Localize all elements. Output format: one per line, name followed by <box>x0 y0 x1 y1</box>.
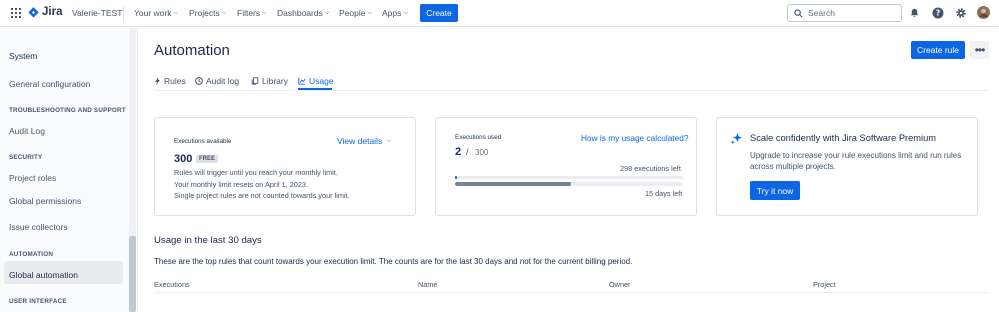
search-input[interactable]: Search <box>787 4 902 22</box>
create-button[interactable]: Create <box>420 4 458 22</box>
usage-progress-track <box>455 176 683 179</box>
search-placeholder: Search <box>808 8 835 18</box>
sidebar-item-issue-collectors[interactable]: Issue collectors <box>9 222 68 232</box>
usage-progress-fill <box>455 176 458 179</box>
chevron-down-icon: ⌵ <box>324 9 330 16</box>
sidebar-item-general-configuration[interactable]: General configuration <box>9 79 90 89</box>
avatar[interactable] <box>977 6 990 19</box>
sidebar-section-automation: AUTOMATION <box>9 251 54 258</box>
executions-available-card <box>154 117 416 216</box>
nav-apps[interactable]: Apps ⌵ <box>382 8 408 18</box>
time-progress-fill <box>455 182 572 186</box>
create-rule-button[interactable]: Create rule <box>911 41 965 59</box>
tab-rules[interactable]: Rules <box>154 76 186 86</box>
days-left-text: 15 days left <box>645 189 683 198</box>
executions-separator: / <box>466 147 469 157</box>
chevron-down-icon: ⌵ <box>386 137 391 144</box>
try-it-now-button[interactable]: Try it now <box>750 181 800 200</box>
sidebar-scrollbar-thumb[interactable] <box>129 236 136 312</box>
copy-icon <box>251 77 259 85</box>
sidebar-section-troubleshooting: TROUBLESHOOTING AND SUPPORT <box>9 107 126 114</box>
tab-usage[interactable]: Usage <box>298 76 334 86</box>
tab-label: Library <box>262 76 288 86</box>
premium-title: Scale confidently with Jira Software Pre… <box>750 133 937 143</box>
view-details-label: View details <box>337 136 383 146</box>
sidebar-section-user-interface: USER INTERFACE <box>9 298 67 305</box>
chevron-down-icon: ⌵ <box>403 9 408 16</box>
nav-people[interactable]: People ⌵ <box>339 8 372 18</box>
tab-label: Audit log <box>206 76 240 86</box>
tab-audit-log[interactable]: Audit log <box>195 76 239 86</box>
sidebar-item-project-roles[interactable]: Project roles <box>9 173 56 183</box>
sidebar-item-global-automation[interactable]: Global automation <box>9 270 78 280</box>
tab-label: Usage <box>309 76 334 86</box>
column-header-project[interactable]: Project <box>813 280 836 289</box>
limit-info-line-1: Rules will trigger until you reach your … <box>174 168 338 177</box>
executions-available-amount: 300 <box>174 153 193 165</box>
usage-section-description: These are the top rules that count towar… <box>154 257 633 266</box>
more-actions-button[interactable]: ••• <box>970 41 989 59</box>
bolt-icon <box>155 77 160 85</box>
usage-calculation-link[interactable]: How is my usage calculated? <box>581 133 688 143</box>
chart-icon <box>298 77 306 85</box>
sidebar-item-global-permissions[interactable]: Global permissions <box>9 196 81 206</box>
nav-label: Projects <box>189 8 220 18</box>
clock-icon <box>195 77 203 85</box>
top-navigation: Jira Valerie-TEST Your work ⌵ Projects ⌵ F… <box>0 0 999 27</box>
premium-body-line-1: Upgrade to increase your rule executions… <box>750 151 962 160</box>
sidebar-section-security: SECURITY <box>9 154 43 161</box>
jira-logo[interactable]: Jira <box>28 6 62 18</box>
nav-label: Apps <box>382 8 402 18</box>
chevron-down-icon: ⌵ <box>262 9 267 16</box>
svg-text:?: ? <box>935 8 940 17</box>
nav-divider <box>123 6 124 21</box>
executions-limit: 300 <box>475 148 489 157</box>
table-header-divider <box>154 292 989 293</box>
nav-filters[interactable]: Filters ⌵ <box>237 8 267 18</box>
nav-label: Your work <box>134 8 172 18</box>
nav-dashboards[interactable]: Dashboards ⌵ <box>277 8 329 18</box>
chevron-down-icon: ⌵ <box>173 9 179 16</box>
executions-used-label: Executions used <box>455 134 502 141</box>
column-header-executions[interactable]: Executions <box>154 280 190 289</box>
column-header-name[interactable]: Name <box>418 280 437 289</box>
tab-label: Rules <box>164 76 186 86</box>
sidebar-title: System <box>9 51 38 61</box>
page-title: Automation <box>154 42 230 59</box>
executions-used-count: 2 <box>455 146 462 158</box>
nav-label: People <box>339 8 366 18</box>
product-name: Jira <box>42 6 63 18</box>
help-icon[interactable]: ? <box>931 6 944 19</box>
sidebar-item-audit-log[interactable]: Audit Log <box>9 126 45 136</box>
site-name[interactable]: Valerie-TEST <box>72 8 122 18</box>
nav-projects[interactable]: Projects ⌵ <box>189 8 226 18</box>
premium-body-line-2: across multiple projects. <box>750 162 836 171</box>
chevron-down-icon: ⌵ <box>221 9 227 16</box>
usage-section-heading: Usage in the last 30 days <box>154 235 262 246</box>
nav-label: Dashboards <box>277 8 323 18</box>
nav-your-work[interactable]: Your work ⌵ <box>134 8 178 18</box>
settings-gear-icon[interactable] <box>954 6 967 19</box>
view-details-button[interactable]: View details ⌵ <box>337 136 391 146</box>
limit-info-line-2: Your monthly limit resets on April 1, 20… <box>174 180 308 189</box>
jira-icon <box>28 6 39 18</box>
limit-info-line-3: Single project rules are not counted tow… <box>174 191 350 200</box>
sparkle-icon <box>730 132 743 145</box>
search-icon <box>794 8 803 17</box>
nav-label: Filters <box>237 8 261 18</box>
app-switcher-icon[interactable] <box>11 8 21 18</box>
chevron-down-icon: ⌵ <box>367 9 373 16</box>
time-progress-track <box>455 182 683 186</box>
executions-available-label: Executions available <box>174 138 232 145</box>
column-header-owner[interactable]: Owner <box>609 280 631 289</box>
tab-library[interactable]: Library <box>251 76 288 86</box>
tabs-divider <box>154 90 989 91</box>
plan-badge: FREE <box>196 155 219 163</box>
executions-left-text: 298 executions left <box>620 164 681 173</box>
notifications-icon[interactable] <box>908 6 921 19</box>
